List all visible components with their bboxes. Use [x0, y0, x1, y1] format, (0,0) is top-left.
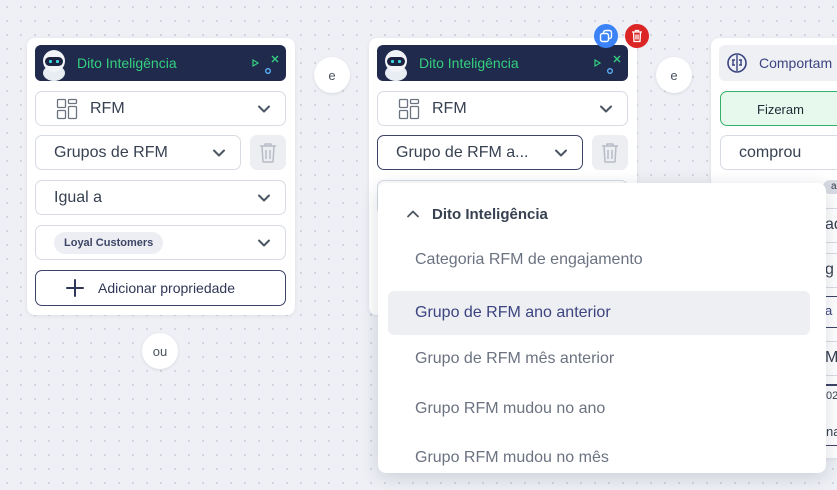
- or-connector-label: ou: [152, 343, 168, 359]
- chevron-down-icon: [258, 194, 270, 202]
- value-select[interactable]: Loyal Customers: [35, 225, 286, 260]
- dropdown-option[interactable]: Grupo de RFM mês anterior: [388, 337, 810, 381]
- grid-icon: [56, 98, 78, 120]
- dropdown-option[interactable]: Grupo RFM mudou no mês: [388, 436, 810, 473]
- chevron-down-icon: [213, 149, 225, 157]
- chevron-down-icon: [258, 239, 270, 247]
- trash-icon: [602, 142, 618, 163]
- delete-condition-button[interactable]: [250, 135, 286, 170]
- partial-text: a: [831, 181, 837, 192]
- or-connector[interactable]: ou: [142, 333, 178, 369]
- dropdown-option-selected[interactable]: Grupo de RFM ano anterior: [388, 291, 810, 335]
- sparkle-decor-icon: [252, 55, 279, 74]
- delete-condition-button[interactable]: [592, 135, 628, 170]
- chevron-down-icon: [258, 105, 270, 113]
- partial-text: a: [825, 303, 833, 318]
- option-label: Grupo de RFM mês anterior: [415, 350, 615, 367]
- property-label: RFM: [90, 99, 125, 117]
- property-label: RFM: [432, 99, 467, 117]
- operator-label: Igual a: [54, 188, 103, 206]
- dito-header: Dito Inteligência: [377, 45, 628, 81]
- partial-text: na: [826, 424, 837, 439]
- sub-property-select[interactable]: Grupo de RFM a...: [377, 135, 583, 170]
- dropdown-option[interactable]: Grupo RFM mudou no ano: [388, 387, 810, 431]
- sub-property-label: Grupos de RFM: [54, 143, 168, 161]
- chevron-up-icon: [407, 210, 419, 218]
- event-value: comprou: [739, 143, 802, 161]
- operator-select[interactable]: Igual a: [35, 180, 286, 215]
- option-label: Grupo RFM mudou no ano: [415, 400, 606, 417]
- robot-avatar-icon: [43, 50, 65, 81]
- group-label: Dito Inteligência: [432, 205, 548, 223]
- copy-icon: [599, 29, 613, 43]
- condition-card-1: Dito Inteligência RFM Grupos de RFM Igua…: [27, 38, 295, 315]
- event-select[interactable]: comprou: [720, 135, 837, 170]
- and-connector-label: e: [670, 67, 678, 83]
- and-connector[interactable]: e: [656, 57, 692, 93]
- sparkle-decor-icon: [594, 55, 621, 74]
- grid-icon: [398, 98, 420, 120]
- sub-property-select[interactable]: Grupos de RFM: [35, 135, 241, 170]
- header-title: Dito Inteligência: [419, 55, 519, 71]
- did-event-chip[interactable]: Fizeram: [720, 91, 837, 126]
- behavior-header: Comportam: [719, 45, 837, 81]
- and-connector[interactable]: e: [314, 57, 350, 93]
- robot-avatar-icon: [385, 50, 407, 81]
- partial-text: Me: [825, 349, 837, 366]
- brain-icon: [727, 53, 747, 73]
- option-label: Categoria RFM de engajamento: [415, 251, 643, 268]
- sub-property-dropdown: Dito Inteligência Categoria RFM de engaj…: [378, 183, 826, 473]
- delete-group-button[interactable]: [625, 24, 649, 48]
- value-tag: Loyal Customers: [54, 232, 164, 254]
- and-connector-label: e: [328, 67, 336, 83]
- dito-header: Dito Inteligência: [35, 45, 286, 81]
- chevron-down-icon: [555, 149, 567, 157]
- add-property-button[interactable]: Adicionar propriedade: [35, 270, 286, 306]
- partial-text: ad: [825, 216, 837, 233]
- sub-property-label: Grupo de RFM a...: [396, 143, 529, 161]
- add-property-label: Adicionar propriedade: [98, 280, 235, 296]
- property-select[interactable]: RFM: [377, 91, 628, 126]
- did-event-label: Fizeram: [757, 102, 804, 117]
- trash-icon: [260, 142, 276, 163]
- plus-icon: [66, 279, 84, 297]
- group-header[interactable]: Dito Inteligência: [406, 203, 548, 225]
- partial-text: 02: [826, 390, 837, 402]
- option-label: Grupo de RFM ano anterior: [415, 304, 611, 321]
- duplicate-button[interactable]: [594, 24, 618, 48]
- trash-icon: [632, 29, 642, 43]
- dropdown-option[interactable]: Categoria RFM de engajamento: [388, 238, 810, 282]
- header-title: Dito Inteligência: [77, 55, 177, 71]
- chevron-down-icon: [600, 105, 612, 113]
- partial-text: g: [825, 261, 834, 278]
- option-label: Grupo RFM mudou no mês: [415, 449, 609, 466]
- behavior-title: Comportam: [759, 55, 833, 71]
- property-select[interactable]: RFM: [35, 91, 286, 126]
